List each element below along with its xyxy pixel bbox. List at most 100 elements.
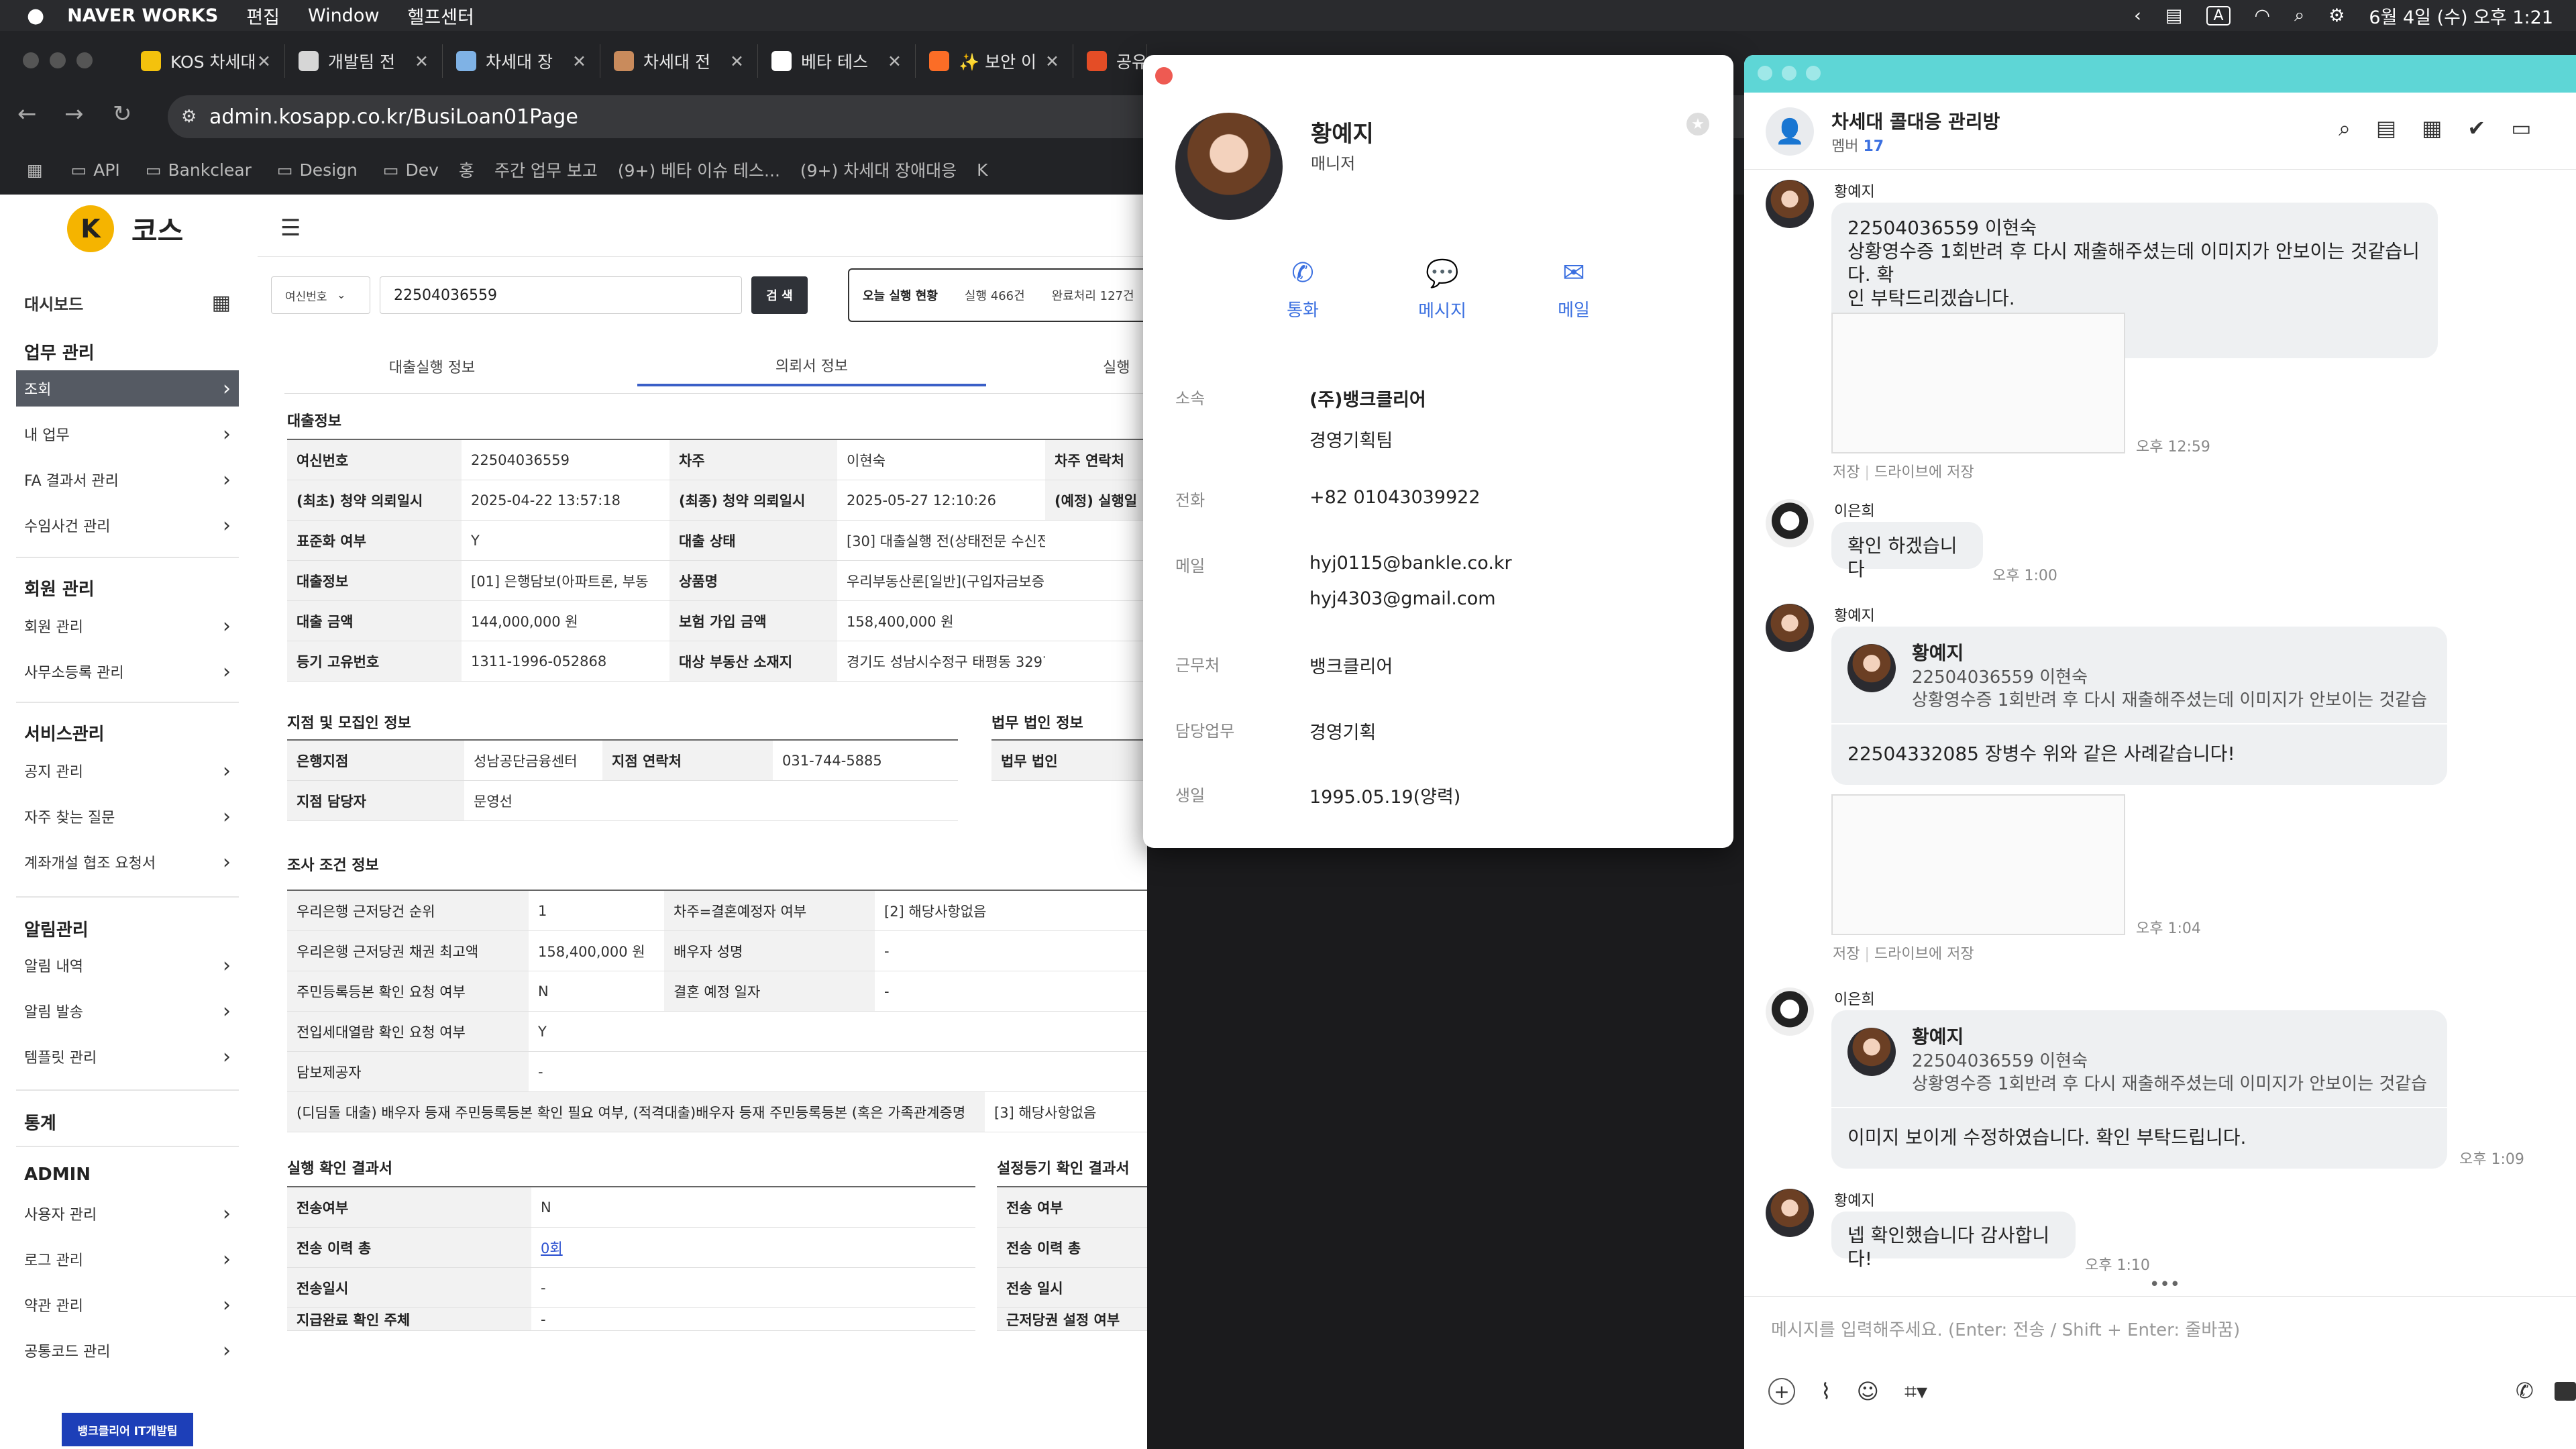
sidebar-item[interactable]: 수임사건 관리 › <box>16 507 239 543</box>
close-icon[interactable]: ✕ <box>572 52 586 71</box>
favorite-star-icon[interactable]: ★ <box>1686 113 1709 136</box>
forward-arrow-icon[interactable]: → <box>64 101 84 127</box>
message-action[interactable]: 💬 메시지 <box>1395 258 1489 322</box>
avatar[interactable] <box>1766 180 1814 228</box>
browser-tab[interactable]: 차세대 장 ✕ <box>443 44 600 78</box>
sidebar-item[interactable]: 사무소등록 관리 › <box>16 653 239 690</box>
apps-grid-icon[interactable]: ▦ <box>27 160 43 180</box>
logo[interactable]: K 코스 <box>67 205 183 252</box>
sidebar-item[interactable]: 알림 발송 › <box>16 993 239 1029</box>
search-button[interactable]: 검 색 <box>751 276 808 314</box>
sidebar-item[interactable]: 약관 관리 › <box>16 1287 239 1323</box>
sidebar-item[interactable]: 템플릿 관리 › <box>16 1038 239 1075</box>
message-input[interactable]: 메시지를 입력해주세요. (Enter: 전송 / Shift + Enter:… <box>1771 1316 2549 1356</box>
sidebar-item[interactable]: FA 결과서 관리 › <box>16 462 239 498</box>
save-link[interactable]: 저장 | 드라이브에 저장 <box>1833 942 1974 963</box>
close-popup-icon[interactable] <box>1155 67 1173 85</box>
reload-icon[interactable]: ↻ <box>113 101 132 127</box>
close-icon[interactable]: ✕ <box>730 52 744 71</box>
close-icon[interactable]: ✕ <box>257 52 271 71</box>
search-icon[interactable]: ⌕ <box>2294 5 2304 26</box>
keyboard-icon[interactable]: ▤ <box>2165 5 2183 26</box>
menubar-clock[interactable]: 6월 4일 (수) 오후 1:21 <box>2369 3 2553 29</box>
video-icon[interactable] <box>2555 1382 2576 1401</box>
close-icon[interactable]: ✕ <box>888 52 902 71</box>
folder-icon[interactable]: ▭ <box>2511 115 2531 142</box>
it-dept-button[interactable]: 뱅크클리어 IT개발팀 <box>62 1413 193 1446</box>
reply-bubble[interactable]: 황예지 22504036559 이현숙 상황영수증 1회반려 후 다시 재출해주… <box>1831 1010 2447 1169</box>
image-attachment[interactable] <box>1831 794 2125 935</box>
notes-icon[interactable]: ▤ <box>2376 115 2396 142</box>
scroll-more-indicator[interactable]: ••• <box>2149 1275 2180 1295</box>
search-icon[interactable]: ⌕ <box>2339 115 2351 142</box>
avatar[interactable] <box>1766 1189 1814 1237</box>
sidebar-item[interactable]: 공통코드 관리 › <box>16 1332 239 1368</box>
control-center-icon[interactable]: ⚙ <box>2328 5 2345 26</box>
bookmark-item[interactable]: 홍 <box>459 158 474 182</box>
chevron-left-icon[interactable]: ‹ <box>2134 5 2141 26</box>
sidebar-item[interactable]: 로그 관리 › <box>16 1241 239 1277</box>
save-link[interactable]: 저장 | 드라이브에 저장 <box>1833 460 1974 482</box>
minimize-window-icon[interactable] <box>50 52 66 68</box>
call-action[interactable]: ✆ 통화 <box>1263 258 1343 321</box>
browser-tab[interactable]: 공유 <box>1073 44 1147 78</box>
sidebar-item[interactable]: 알림 내역 › <box>16 947 239 983</box>
message-bubble[interactable]: 넵 확인했습니다 감사합니다! <box>1831 1212 2076 1270</box>
app-name[interactable]: NAVER WORKS <box>67 5 218 26</box>
hamburger-menu-icon[interactable]: ☰ <box>280 215 301 241</box>
bookmark-item[interactable]: (9+) 차세대 장애대응 <box>800 158 957 182</box>
avatar[interactable] <box>1766 987 1814 1036</box>
room-members[interactable]: 멤버 17 <box>1831 134 1884 156</box>
bookmark-item[interactable]: Bankclear <box>168 160 251 180</box>
sidebar-item[interactable]: 내 업무 › <box>16 416 239 452</box>
avatar[interactable] <box>1766 499 1814 547</box>
input-source-indicator[interactable]: A <box>2206 5 2231 25</box>
attachment-icon[interactable]: ⌇ <box>1821 1379 1831 1404</box>
message-bubble[interactable]: 확인 하겠습니다 <box>1831 522 1983 580</box>
back-arrow-icon[interactable]: ← <box>17 101 37 127</box>
tab-execution-info[interactable]: 대출실행 정보 <box>284 346 580 386</box>
emoji-icon[interactable]: ☺ <box>1857 1379 1879 1404</box>
sidebar-item[interactable]: 계좌개설 협조 요청서 › <box>16 844 239 880</box>
bookmark-item[interactable]: K <box>977 160 987 180</box>
menu-window[interactable]: Window <box>308 5 379 26</box>
close-window-icon[interactable] <box>23 52 39 68</box>
menu-help[interactable]: 헬프센터 <box>407 3 474 29</box>
sidebar-item[interactable]: 사용자 관리 › <box>16 1195 239 1232</box>
search-type-select[interactable]: 여신번호 ⌄ <box>271 276 370 314</box>
site-info-icon[interactable]: ⚙ <box>181 107 197 127</box>
browser-tab[interactable]: 차세대 전 ✕ <box>600 44 758 78</box>
bookmark-item[interactable]: Dev <box>405 160 438 180</box>
drive-save-link[interactable]: 드라이브에 저장 <box>1874 946 1974 963</box>
sidebar-item-dashboard[interactable]: 대시보드 ▦ <box>16 284 239 321</box>
plus-icon[interactable]: + <box>1768 1378 1795 1405</box>
maximize-window-icon[interactable] <box>76 52 93 68</box>
task-check-icon[interactable]: ✔ <box>2467 115 2485 142</box>
bookmark-item[interactable]: Design <box>300 160 358 180</box>
sidebar-item[interactable]: 공지 관리 › <box>16 753 239 789</box>
bookmark-item[interactable]: (9+) 베타 이슈 테스... <box>618 158 780 182</box>
history-count-link[interactable]: 0회 <box>531 1228 975 1267</box>
menu-edit[interactable]: 편집 <box>246 3 280 29</box>
browser-tab[interactable]: ✨ 보안 이 ✕ <box>916 44 1073 78</box>
browser-tab[interactable]: 개발팀 전 ✕ <box>285 44 443 78</box>
tab-request-info[interactable]: 의뢰서 정보 <box>637 346 986 386</box>
sidebar-item[interactable]: 회원 관리 › <box>16 608 239 644</box>
image-attachment[interactable] <box>1831 313 2125 453</box>
close-icon[interactable]: ✕ <box>1045 52 1059 71</box>
sidebar-item-inquiry[interactable]: 조회 › <box>16 370 239 407</box>
mail-action[interactable]: ✉ 메일 <box>1534 258 1614 321</box>
browser-tab[interactable]: KOS 차세대 ✕ <box>127 44 285 78</box>
bookmark-item[interactable]: 주간 업무 보고 <box>494 158 598 182</box>
calendar-icon[interactable]: ▦ <box>2422 115 2442 142</box>
bookmark-item[interactable]: API <box>93 160 120 180</box>
phone-icon[interactable]: ✆ <box>2516 1378 2534 1403</box>
apple-icon[interactable]: ● <box>27 4 44 28</box>
sidebar-item[interactable]: 자주 찾는 질문 › <box>16 798 239 835</box>
capture-icon[interactable]: ⌗▾ <box>1904 1379 1927 1405</box>
browser-tab[interactable]: 베타 테스 ✕ <box>758 44 916 78</box>
wifi-icon[interactable]: ◠ <box>2255 5 2271 26</box>
avatar[interactable] <box>1766 604 1814 652</box>
reply-bubble[interactable]: 황예지 22504036559 이현숙 상황영수증 1회반려 후 다시 재출해주… <box>1831 627 2447 785</box>
sidebar-group-title[interactable]: 통계 <box>24 1110 56 1134</box>
